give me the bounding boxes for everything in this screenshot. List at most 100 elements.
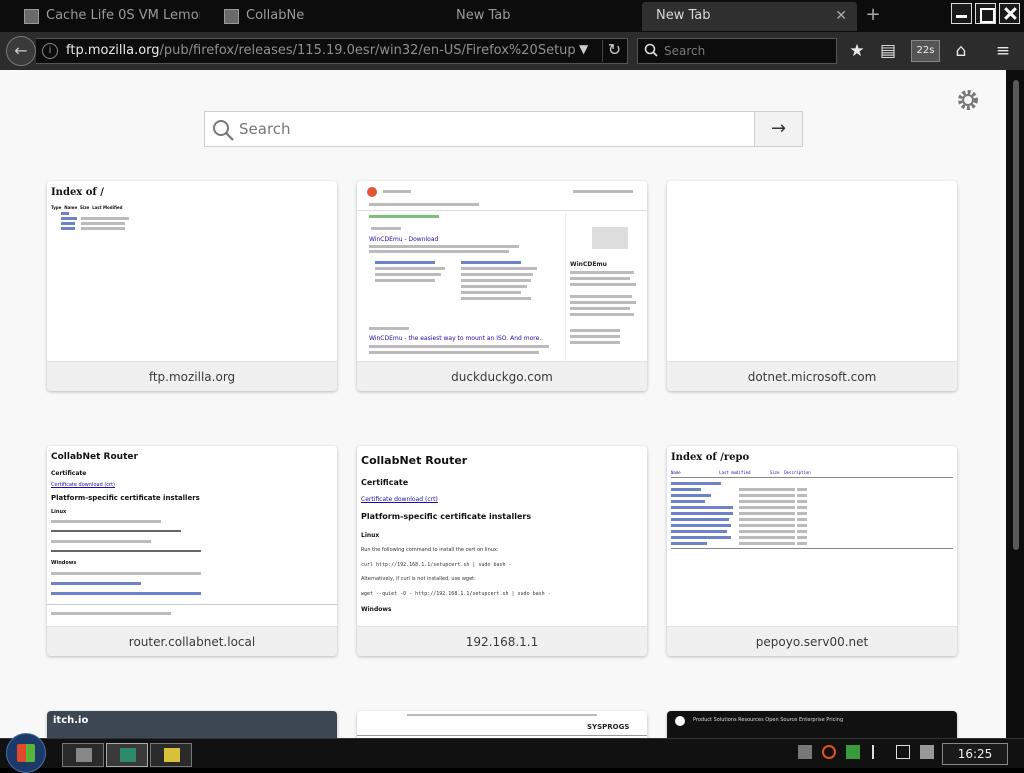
top-site-tile[interactable]: SYSPROGS bbox=[357, 711, 647, 738]
tab-title: Cache Life 0S VM Lemon bbox=[46, 8, 200, 23]
settings-gear-icon[interactable] bbox=[956, 88, 980, 112]
thumb-link: Certificate download (crt) bbox=[361, 496, 438, 503]
thumb-columns: Type Name Size Last Modified bbox=[51, 205, 123, 210]
new-tab-button[interactable]: + bbox=[862, 4, 884, 28]
tile-thumbnail: Product Solutions Resources Open Source … bbox=[667, 711, 957, 738]
tab-collabnet[interactable]: CollabNe bbox=[200, 2, 410, 31]
thumb-code: wget --quiet -O - http://192.168.1.1/set… bbox=[361, 591, 551, 597]
tab-new-tab-active[interactable]: New Tab ✕ bbox=[642, 2, 857, 31]
bookmark-star-icon[interactable]: ★ bbox=[845, 40, 869, 64]
top-site-tile[interactable]: CollabNet Router Certificate Certificate… bbox=[357, 446, 647, 656]
home-icon[interactable]: ⌂ bbox=[949, 40, 973, 64]
reading-list-icon[interactable]: ▤ bbox=[876, 40, 900, 64]
thumb-result-2: WinCDEmu - the easiest way to mount an I… bbox=[369, 335, 544, 342]
thumb-nav: Product Solutions Resources Open Source … bbox=[693, 717, 844, 723]
tile-thumbnail: WinCDEmu - Download WinCDEmu - the easie… bbox=[357, 181, 647, 361]
search-bar-placeholder: Search bbox=[664, 44, 706, 58]
search-go-button[interactable]: → bbox=[754, 111, 803, 147]
top-site-tile[interactable]: Product Solutions Resources Open Source … bbox=[667, 711, 957, 738]
app-icon bbox=[76, 748, 92, 762]
tile-label: dotnet.microsoft.com bbox=[667, 361, 957, 391]
app-icon bbox=[120, 748, 136, 762]
tab-strip: Cache Life 0S VM Lemon CollabNe New Tab … bbox=[0, 0, 1024, 32]
top-site-tile[interactable]: Index of / Type Name Size Last Modified … bbox=[47, 181, 337, 391]
flag-icon[interactable] bbox=[872, 745, 886, 759]
top-site-tile[interactable]: itch.io bbox=[47, 711, 337, 738]
url-dropdown-icon[interactable]: ▼ bbox=[579, 42, 588, 56]
thumb-text: Alternatively, if curl is not installed,… bbox=[361, 576, 476, 582]
taskbar-app-1[interactable] bbox=[62, 743, 104, 767]
tile-label: ftp.mozilla.org bbox=[47, 361, 337, 391]
tile-label: 192.168.1.1 bbox=[357, 626, 647, 656]
page-search-input[interactable]: Search bbox=[204, 111, 755, 147]
search-icon bbox=[644, 43, 658, 57]
maximize-button[interactable] bbox=[975, 3, 996, 24]
thumb-link: Certificate download (crt) bbox=[51, 482, 115, 488]
tab-title: New Tab bbox=[656, 8, 711, 23]
folder-icon bbox=[164, 748, 180, 762]
url-bar[interactable]: i ftp.mozilla.org/pub/firefox/releases/1… bbox=[36, 38, 628, 64]
start-button[interactable] bbox=[6, 733, 46, 773]
scrollbar-thumb[interactable] bbox=[1013, 80, 1019, 550]
page-favicon-icon bbox=[224, 9, 239, 24]
thumb-title: Index of /repo bbox=[671, 452, 750, 463]
tab-cache-life[interactable]: Cache Life 0S VM Lemon bbox=[0, 2, 200, 31]
tray-app-icon[interactable] bbox=[798, 745, 812, 759]
top-site-tile[interactable]: WinCDEmu - Download WinCDEmu - the easie… bbox=[357, 181, 647, 391]
tile-label: pepoyo.serv00.net bbox=[667, 626, 957, 656]
timer-badge[interactable]: 22s bbox=[911, 40, 940, 62]
navigation-toolbar: ← i ftp.mozilla.org/pub/firefox/releases… bbox=[0, 32, 1024, 70]
antivirus-icon[interactable] bbox=[846, 745, 860, 759]
thumb-heading: Windows bbox=[361, 606, 392, 613]
github-logo-icon bbox=[675, 716, 685, 726]
back-button[interactable]: ← bbox=[6, 36, 36, 66]
browser-window: Cache Life 0S VM Lemon CollabNe New Tab … bbox=[0, 0, 1024, 773]
network-icon[interactable] bbox=[896, 745, 910, 759]
taskbar-app-2[interactable] bbox=[106, 743, 148, 767]
new-tab-page: Search → Index of / Type Name Size Last … bbox=[0, 70, 1006, 738]
thumb-sidebar: WinCDEmu bbox=[565, 213, 647, 361]
search-bar[interactable]: Search bbox=[637, 38, 837, 64]
thumb-side-title: WinCDEmu bbox=[570, 261, 607, 268]
thumb-columns: Name Last modified Size Description bbox=[671, 470, 811, 475]
tab-title: New Tab bbox=[456, 8, 511, 23]
thumb-title: CollabNet Router bbox=[51, 452, 138, 462]
thumb-title: SYSPROGS bbox=[587, 723, 630, 731]
tile-label: router.collabnet.local bbox=[47, 626, 337, 656]
thumb-title: Index of / bbox=[51, 187, 104, 198]
reload-icon[interactable]: ↻ bbox=[602, 40, 626, 62]
tile-label: duckduckgo.com bbox=[357, 361, 647, 391]
taskbar: 16:25 bbox=[0, 733, 1024, 773]
taskbar-app-3[interactable] bbox=[150, 743, 192, 767]
info-icon[interactable]: i bbox=[42, 43, 58, 59]
thumb-heading: Certificate bbox=[361, 478, 409, 487]
thumb-code: curl http://192.168.1.1/setupcert.sh | s… bbox=[361, 562, 512, 568]
thumb-heading: Certificate bbox=[51, 470, 87, 477]
search-tray-icon[interactable] bbox=[822, 745, 836, 759]
top-site-tile[interactable]: dotnet.microsoft.com bbox=[667, 181, 957, 391]
close-window-button[interactable] bbox=[999, 3, 1020, 24]
url-text[interactable]: ftp.mozilla.org/pub/firefox/releases/115… bbox=[66, 43, 576, 58]
thumb-heading: Linux bbox=[361, 532, 380, 539]
thumb-title: itch.io bbox=[53, 715, 89, 726]
thumb-heading: Windows bbox=[51, 560, 77, 566]
volume-muted-icon[interactable] bbox=[920, 745, 934, 759]
tile-thumbnail: itch.io bbox=[47, 711, 337, 738]
top-site-tile[interactable]: Index of /repo Name Last modified Size D… bbox=[667, 446, 957, 656]
hamburger-menu-icon[interactable]: ≡ bbox=[991, 40, 1015, 64]
tile-thumbnail: CollabNet Router Certificate Certificate… bbox=[357, 446, 647, 626]
top-site-tile[interactable]: CollabNet Router Certificate Certificate… bbox=[47, 446, 337, 656]
thumb-heading: Platform-specific certificate installers bbox=[361, 512, 532, 521]
url-path: /pub/firefox/releases/115.19.0esr/win32/… bbox=[159, 43, 576, 58]
tab-new-tab[interactable]: New Tab bbox=[410, 2, 640, 31]
thumb-heading: Platform-specific certificate installers bbox=[51, 494, 200, 502]
tile-thumbnail: SYSPROGS bbox=[357, 711, 647, 738]
url-host: ftp.mozilla.org bbox=[66, 43, 160, 58]
tile-thumbnail: CollabNet Router Certificate Certificate… bbox=[47, 446, 337, 626]
clock[interactable]: 16:25 bbox=[942, 743, 1008, 765]
duckduckgo-logo-icon bbox=[367, 187, 377, 197]
search-placeholder: Search bbox=[239, 120, 291, 138]
tab-close-icon[interactable]: ✕ bbox=[835, 2, 847, 30]
thumb-heading: Linux bbox=[51, 509, 67, 515]
minimize-button[interactable] bbox=[951, 3, 972, 24]
